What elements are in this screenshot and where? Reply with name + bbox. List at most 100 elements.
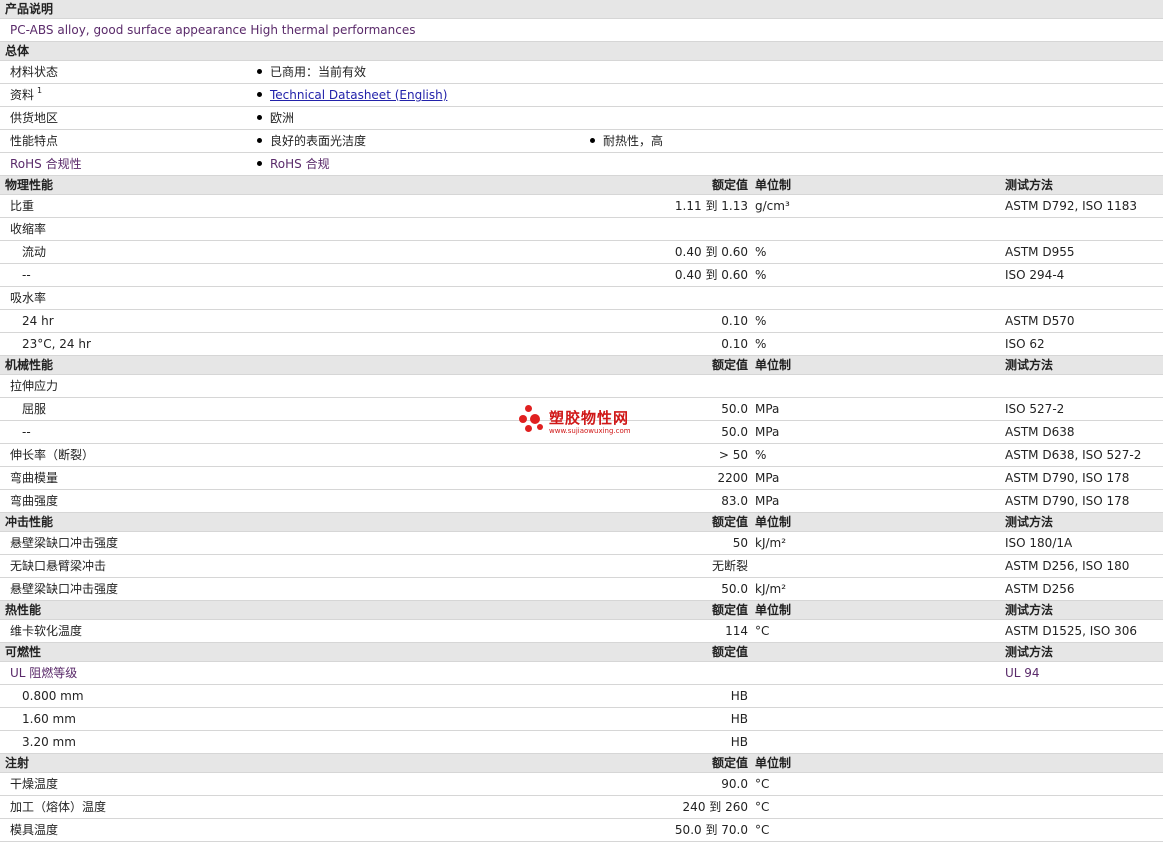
section-title: 热性能 — [5, 603, 42, 617]
property-test-method: ASTM D638, ISO 527-2 — [1005, 448, 1142, 462]
property-unit: °C — [755, 777, 770, 791]
property-row: 伸长率（断裂） > 50% ASTM D638, ISO 527-2 — [0, 444, 1163, 467]
property-row: 弯曲模量 2200 MPa ASTM D790, ISO 178 — [0, 467, 1163, 490]
row-value: 良好的表面光洁度 — [257, 130, 366, 152]
general-row-features: 性能特点 良好的表面光洁度 耐热性，高 — [0, 130, 1163, 153]
general-row-region: 供货地区 欧洲 — [0, 107, 1163, 130]
property-unit: MPa — [755, 402, 780, 416]
property-test-method: ISO 180/1A — [1005, 536, 1073, 550]
section-title: 注射 — [5, 756, 30, 770]
property-row: 流动 0.40 到 0.60% ASTM D955 — [0, 241, 1163, 264]
property-row: 收缩率 — [0, 218, 1163, 241]
property-label: 加工（熔体）温度 — [10, 800, 107, 814]
column-header-test: 测试方法 — [1005, 178, 1054, 192]
property-value: 114 — [725, 624, 748, 638]
column-header-value: 额定值 — [711, 178, 748, 192]
property-row: 23°C, 24 hr 0.10% ISO 62 — [0, 333, 1163, 356]
property-unit: % — [755, 268, 767, 282]
section-header-description: 产品说明 — [0, 0, 1163, 19]
property-value: 0.40 到 0.60 — [674, 268, 748, 282]
bullet-icon — [257, 161, 262, 166]
bullet-icon — [257, 92, 262, 97]
column-header-unit: 单位制 — [755, 178, 792, 192]
column-header-value: 额定值 — [711, 358, 748, 372]
datasheet-link[interactable]: Technical Datasheet (English) — [270, 88, 447, 102]
property-label: UL 阻燃等级 — [10, 666, 78, 680]
property-row: 维卡软化温度 114 °C ASTM D1525, ISO 306 — [0, 620, 1163, 643]
property-value: 0.40 到 0.60 — [674, 245, 748, 259]
description-text: PC-ABS alloy, good surface appearance Hi… — [10, 23, 416, 37]
property-value: > 50 — [718, 448, 748, 462]
property-label: 屈服 — [22, 402, 47, 416]
property-value: 83.0 — [721, 494, 748, 508]
description-row: PC-ABS alloy, good surface appearance Hi… — [0, 19, 1163, 42]
property-value: 90.0 — [721, 777, 748, 791]
property-value: 1.11 到 1.13 — [674, 199, 748, 213]
property-value: 50.0 — [721, 582, 748, 596]
property-row: 悬壁梁缺口冲击强度 50 kJ/m² ISO 180/1A — [0, 532, 1163, 555]
property-row: 比重 1.11 到 1.13 g/cm³ ASTM D792, ISO 1183 — [0, 195, 1163, 218]
property-unit: MPa — [755, 471, 780, 485]
property-test-method: ISO 294-4 — [1005, 268, 1065, 282]
property-unit: % — [755, 448, 767, 462]
column-header-test: 测试方法 — [1005, 358, 1054, 372]
column-header-value: 额定值 — [711, 756, 748, 770]
row-label: 材料状态 — [10, 65, 59, 79]
property-value: 50 — [732, 536, 748, 550]
property-unit: MPa — [755, 494, 780, 508]
column-header-unit: 单位制 — [755, 603, 792, 617]
section-title: 总体 — [5, 44, 30, 58]
row-value: 欧洲 — [257, 107, 294, 129]
property-row: 弯曲强度 83.0 MPa ASTM D790, ISO 178 — [0, 490, 1163, 513]
property-unit: kJ/m² — [755, 582, 787, 596]
property-row: 干燥温度 90.0 °C — [0, 773, 1163, 796]
property-row: 0.800 mm HB — [0, 685, 1163, 708]
property-test-method: ASTM D256, ISO 180 — [1005, 559, 1130, 573]
section-header-thermal: 热性能 额定值 单位制 测试方法 — [0, 601, 1163, 620]
column-header-value: 额定值 — [711, 645, 748, 659]
property-value: 0.10 — [721, 314, 748, 328]
bullet-icon — [590, 138, 595, 143]
property-test-method: ASTM D570 — [1005, 314, 1075, 328]
watermark-url: www.sujiaowuxing.com — [549, 427, 631, 435]
section-title: 可燃性 — [5, 645, 42, 659]
property-row: 1.60 mm HB — [0, 708, 1163, 731]
row-value: RoHS 合规 — [257, 153, 330, 175]
general-row-docs: 资料 1 Technical Datasheet (English) — [0, 84, 1163, 107]
property-row: UL 阻燃等级 UL 94 — [0, 662, 1163, 685]
property-label: 弯曲强度 — [10, 494, 59, 508]
column-header-test: 测试方法 — [1005, 603, 1054, 617]
property-label: 比重 — [10, 199, 35, 213]
property-label: 维卡软化温度 — [10, 624, 83, 638]
section-header-impact: 冲击性能 额定值 单位制 测试方法 — [0, 513, 1163, 532]
property-test-method: ISO 62 — [1005, 337, 1045, 351]
property-row: 拉伸应力 — [0, 375, 1163, 398]
property-label: 模具温度 — [10, 823, 59, 837]
property-row: 吸水率 — [0, 287, 1163, 310]
column-header-unit: 单位制 — [755, 756, 792, 770]
property-unit: °C — [755, 823, 770, 837]
property-row: 24 hr 0.10% ASTM D570 — [0, 310, 1163, 333]
property-unit: °C — [755, 624, 770, 638]
row-value: Technical Datasheet (English) — [257, 84, 447, 106]
property-value: 50.0 — [721, 402, 748, 416]
property-test-method: ASTM D790, ISO 178 — [1005, 494, 1130, 508]
property-test-method: ASTM D1525, ISO 306 — [1005, 624, 1138, 638]
section-header-physical: 物理性能 额定值 单位制 测试方法 — [0, 176, 1163, 195]
property-label: 拉伸应力 — [10, 379, 59, 393]
property-label: 弯曲模量 — [10, 471, 59, 485]
section-header-flammability: 可燃性 额定值 测试方法 — [0, 643, 1163, 662]
property-label: 3.20 mm — [22, 735, 76, 749]
row-value: 耐热性，高 — [590, 130, 663, 152]
property-test-method: ASTM D256 — [1005, 582, 1075, 596]
property-row: 模具温度 50.0 到 70.0 °C — [0, 819, 1163, 842]
property-test-method: UL 94 — [1005, 666, 1040, 680]
bullet-icon — [257, 69, 262, 74]
property-value: 240 到 260 — [682, 800, 748, 814]
column-header-unit: 单位制 — [755, 515, 792, 529]
property-label: 吸水率 — [10, 291, 47, 305]
property-unit: g/cm³ — [755, 199, 790, 213]
property-unit: kJ/m² — [755, 536, 787, 550]
property-unit: % — [755, 337, 767, 351]
section-header-general: 总体 — [0, 42, 1163, 61]
